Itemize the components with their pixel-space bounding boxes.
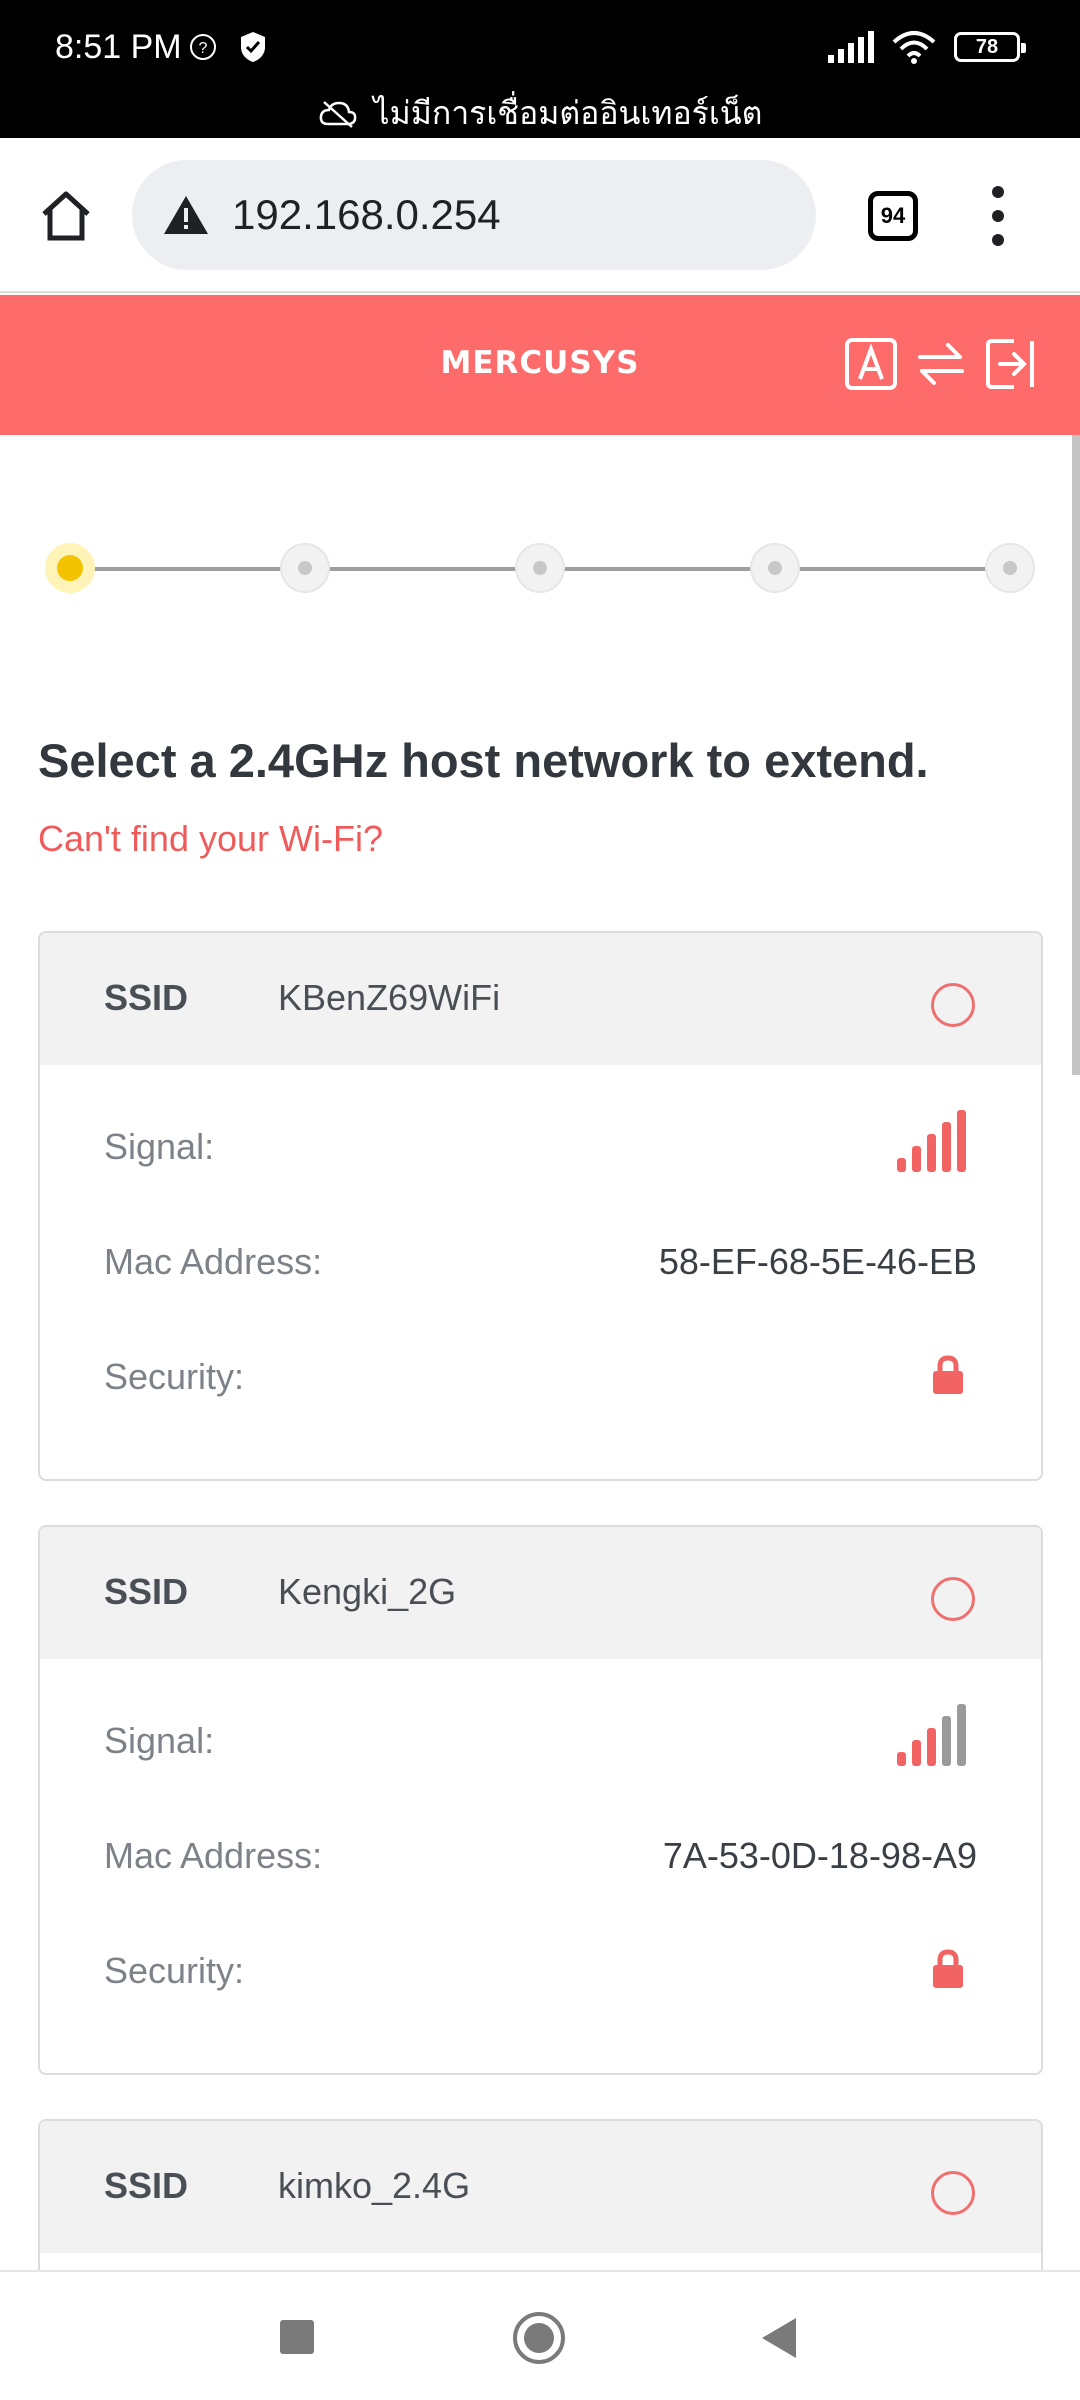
warning-icon[interactable] (162, 194, 210, 236)
wifi-icon (892, 31, 936, 64)
security-label: Security: (104, 1356, 245, 1397)
cant-find-wifi-link[interactable]: Can't find your Wi-Fi? (38, 818, 383, 860)
security-row: Security: (40, 1318, 1041, 1433)
signal-row: Signal: (40, 1682, 1041, 1797)
wizard-step-4 (750, 543, 800, 593)
network-card-header[interactable]: SSID KBenZ69WiFi (40, 933, 1041, 1065)
page-title: Select a 2.4GHz host network to extend. (38, 734, 929, 787)
page-content: Select a 2.4GHz host network to extend. … (0, 435, 1080, 2270)
cellular-signal-icon (828, 31, 874, 63)
ssid-label: SSID (104, 2165, 189, 2206)
mac-value: 58-EF-68-5E-46-EB (658, 1241, 977, 1282)
battery-icon: 78 (954, 32, 1026, 62)
battery-level: 78 (975, 35, 999, 58)
wizard-step-3 (515, 543, 565, 593)
address-bar[interactable]: 192.168.0.254 (132, 160, 816, 270)
lock-icon (933, 1949, 963, 1988)
wizard-step-2 (280, 543, 330, 593)
mac-value: 7A-53-0D-18-98-A9 (662, 1835, 977, 1876)
recents-icon[interactable] (280, 2320, 314, 2354)
select-network-radio[interactable] (931, 983, 975, 1027)
url-text[interactable]: 192.168.0.254 (232, 191, 501, 239)
help-icon: ? (190, 34, 216, 60)
signal-label: Signal: (104, 1126, 215, 1167)
home-icon[interactable] (38, 188, 94, 244)
security-label: Security: (104, 1950, 245, 1991)
ssid-label: SSID (104, 977, 189, 1018)
page-header: MERCUSYS (0, 295, 1080, 435)
ssid-label: SSID (104, 1571, 189, 1612)
svg-text:?: ? (199, 40, 208, 57)
network-card[interactable]: SSID KBenZ69WiFi Signal: Mac Address: 58… (38, 931, 1043, 1481)
network-card[interactable]: SSID kimko_2.4G (38, 2119, 1043, 2270)
select-network-radio[interactable] (931, 1577, 975, 1621)
mac-label: Mac Address: (104, 1241, 323, 1282)
wizard-step-1 (45, 543, 95, 593)
page-scrollbar[interactable] (1072, 435, 1080, 1075)
signal-row: Signal: (40, 1088, 1041, 1203)
shield-icon (241, 32, 265, 62)
cloud-off-icon (319, 100, 356, 128)
back-icon[interactable] (762, 2318, 796, 2358)
security-row: Security: (40, 1912, 1041, 2027)
signal-strength-icon (897, 1110, 979, 1172)
network-card[interactable]: SSID Kengki_2G Signal: Mac Address: 7A-5… (38, 1525, 1043, 2075)
network-card-header[interactable]: SSID Kengki_2G (40, 1527, 1041, 1659)
browser-toolbar: 192.168.0.254 94 (0, 138, 1080, 293)
tabs-icon[interactable]: 94 (868, 191, 918, 241)
wizard-step-5 (985, 543, 1035, 593)
select-network-radio[interactable] (931, 2171, 975, 2215)
mac-row: Mac Address: 58-EF-68-5E-46-EB (40, 1203, 1041, 1318)
mac-label: Mac Address: (104, 1835, 323, 1876)
network-card-header[interactable]: SSID kimko_2.4G (40, 2121, 1041, 2253)
ssid-value: Kengki_2G (278, 1571, 457, 1612)
status-time: 8:51 PM (55, 28, 182, 66)
status-bar: 8:51 PM ? 78 ไม่มีการเชื่อมต่ออินเทอร์เน… (0, 0, 1080, 138)
system-nav-bar (0, 2270, 1080, 2400)
mac-row: Mac Address: 7A-53-0D-18-98-A9 (40, 1797, 1041, 1912)
more-icon[interactable] (990, 186, 1006, 246)
ssid-value: KBenZ69WiFi (278, 977, 501, 1018)
signal-strength-icon (897, 1704, 979, 1766)
switch-mode-icon[interactable] (914, 337, 968, 391)
language-icon[interactable] (844, 337, 898, 391)
tab-count: 94 (880, 203, 906, 228)
home-nav-icon[interactable] (513, 2312, 565, 2364)
signal-label: Signal: (104, 1720, 215, 1761)
ssid-value: kimko_2.4G (278, 2165, 471, 2206)
no-internet-notice: ไม่มีการเชื่อมต่ออินเทอร์เน็ต (0, 88, 1080, 139)
logout-icon[interactable] (984, 337, 1038, 391)
no-internet-text: ไม่มีการเชื่อมต่ออินเทอร์เน็ต (373, 95, 763, 131)
lock-icon (933, 1355, 963, 1394)
